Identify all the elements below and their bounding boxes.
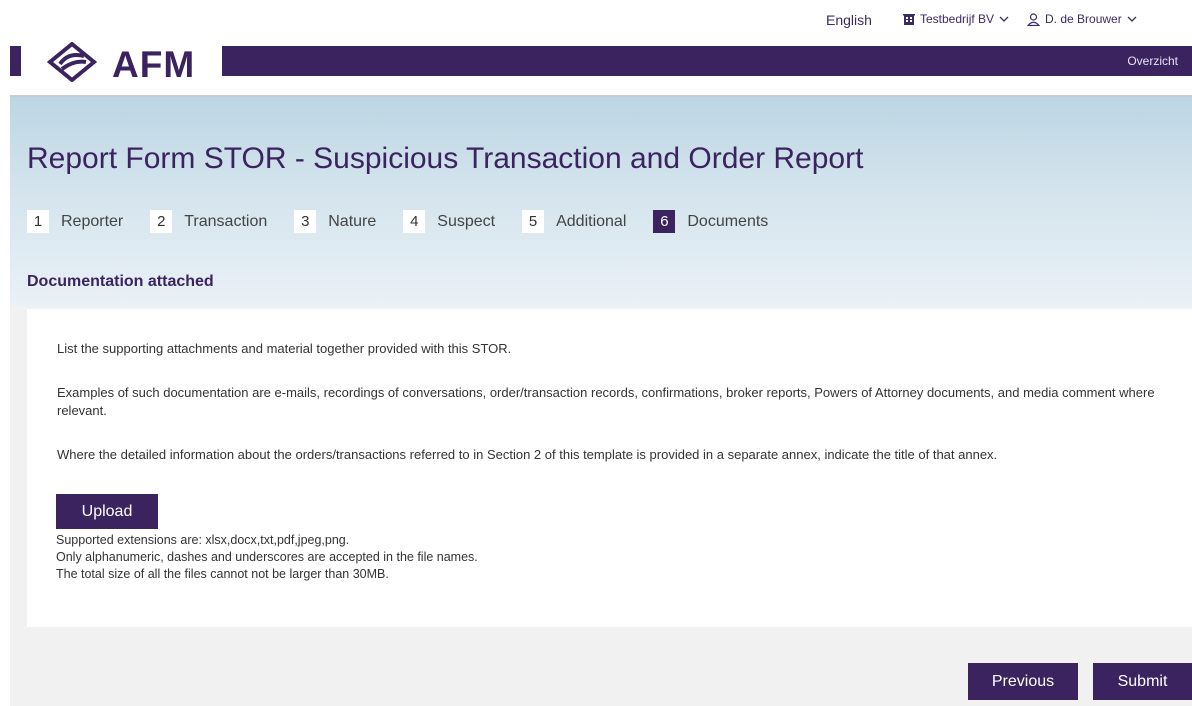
step-label: Transaction [184,212,268,230]
section-title: Documentation attached [27,273,214,290]
language-label: English [826,12,872,28]
building-icon [903,13,915,25]
step-number: 4 [403,210,426,233]
user-icon [1027,12,1040,26]
step-additional[interactable]: 5 Additional [522,210,626,233]
logo-text: AFM [112,43,196,85]
step-number: 2 [150,210,173,233]
step-transaction[interactable]: 2 Transaction [150,210,267,233]
step-number: 5 [522,210,545,233]
intro-text: List the supporting attachments and mate… [57,341,512,356]
step-number: 6 [653,210,676,233]
step-label: Nature [328,212,377,230]
documents-card: List the supporting attachments and mate… [27,309,1192,627]
step-number: 1 [27,210,49,233]
overview-link[interactable]: Overzicht [1127,54,1178,68]
upload-button[interactable]: Upload [56,494,158,529]
company-label: Testbedrijf BV [920,12,995,26]
brand-band: Overzicht [222,46,1192,76]
submit-button[interactable]: Submit [1093,663,1192,700]
user-label: D. de Brouwer [1045,12,1122,26]
chevron-down-icon [999,15,1009,23]
top-utility-bar: English Testbedrijf BV D. de Brouwer [0,0,1192,44]
brand-accent-block [10,46,21,76]
examples-text: Examples of such documentation are e-mai… [57,385,1155,418]
step-number: 3 [294,210,317,233]
afm-logo[interactable]: AFM [46,41,196,87]
company-selector[interactable]: Testbedrijf BV [903,12,1009,26]
language-switch[interactable]: English [826,12,872,28]
afm-emblem-icon [46,41,98,87]
supported-extensions-text: Supported extensions are: xlsx,docx,txt,… [56,533,350,547]
step-label: Suspect [437,212,496,230]
page-title: Report Form STOR - Suspicious Transactio… [27,142,864,175]
step-label: Additional [556,212,627,230]
chevron-down-icon [1127,15,1137,23]
step-reporter[interactable]: 1 Reporter [27,210,123,233]
brand-header: AFM Overzicht [0,41,1192,85]
annex-text: Where the detailed information about the… [57,447,998,462]
step-navigation: 1 Reporter 2 Transaction 3 Nature 4 Susp… [27,210,795,233]
user-menu[interactable]: D. de Brouwer [1027,12,1137,26]
step-suspect[interactable]: 4 Suspect [403,210,495,233]
step-documents[interactable]: 6 Documents [653,210,768,233]
step-label: Reporter [61,212,124,230]
size-limit-text: The total size of all the files cannot n… [56,567,389,581]
step-label: Documents [687,212,769,230]
step-nature[interactable]: 3 Nature [294,210,376,233]
filename-rules-text: Only alphanumeric, dashes and underscore… [56,550,478,564]
previous-button[interactable]: Previous [968,663,1078,700]
